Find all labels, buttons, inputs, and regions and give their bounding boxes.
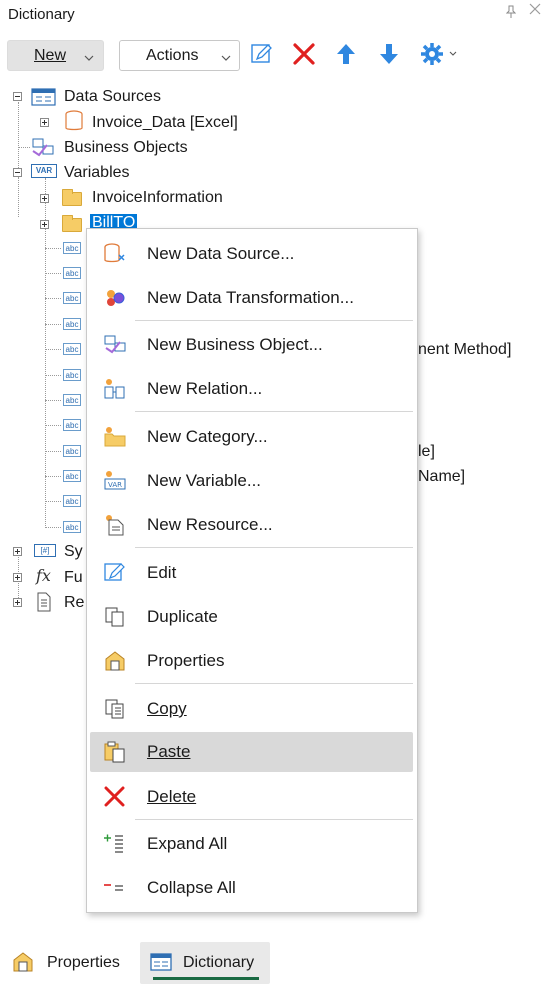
variable-icon: abc [63,369,81,381]
expand-toggle[interactable] [40,220,49,229]
business-object-icon [103,334,127,356]
actions-button-label: Actions [146,47,199,64]
context-menu: New Data Source... New Data Transformati… [86,228,418,913]
edit-icon [103,562,127,584]
expand-all-icon [103,833,127,855]
expand-toggle[interactable] [13,547,22,556]
delete-icon[interactable] [292,42,316,71]
system-variables-icon: [#] [34,544,56,557]
variable-icon: abc [63,495,81,507]
variable-icon: abc [63,267,81,279]
tab-dictionary[interactable]: Dictionary [140,942,270,984]
pin-icon[interactable] [505,5,517,22]
expand-toggle[interactable] [13,598,22,607]
variable-icon: abc [63,470,81,482]
new-dropdown-button[interactable]: New [7,40,104,71]
variable-icon: abc [63,318,81,330]
menu-item-expand-all[interactable]: Expand All [90,824,413,864]
menu-item-paste[interactable]: Paste [90,732,413,772]
properties-icon [12,951,36,978]
tree-item-functions[interactable]: Fu [64,569,83,587]
delete-icon [103,786,127,808]
business-object-icon [31,137,57,162]
data-sources-icon [31,87,57,112]
tab-properties-label: Properties [47,954,120,971]
variable-icon: abc [63,521,81,533]
menu-item-new-data-transformation[interactable]: New Data Transformation... [90,278,413,318]
expand-toggle[interactable] [13,573,22,582]
menu-item-duplicate[interactable]: Duplicate [90,597,413,637]
actions-dropdown-button[interactable]: Actions [119,40,240,71]
tree-item-invoice-data[interactable]: Invoice_Data [Excel] [92,114,238,132]
variable-icon: abc [63,394,81,406]
tree-item-variables[interactable]: Variables [64,164,130,182]
folder-icon [62,189,82,206]
tree-item-partial[interactable]: Name] [418,468,465,486]
resources-icon [34,592,52,617]
copy-label: Copy [147,699,187,718]
new-resource-icon [103,514,127,536]
database-icon [64,110,84,137]
menu-item-new-data-source[interactable]: New Data Source... [90,234,413,274]
dictionary-icon [150,951,174,978]
variable-icon: abc [63,343,81,355]
settings-icon[interactable] [420,42,460,71]
tree-item-billto[interactable]: BillTO [90,214,138,228]
tree-item-partial[interactable]: le] [418,443,435,461]
delete-label: Delete [147,787,197,806]
chevron-down-icon [84,49,94,67]
paste-label: Paste [147,742,191,761]
tab-properties[interactable]: Properties [8,942,128,984]
variable-icon: abc [63,292,81,304]
functions-icon: fx [36,566,51,585]
menu-item-copy[interactable]: Copy [90,689,413,729]
collapse-toggle[interactable] [13,168,22,177]
menu-item-new-business-object[interactable]: New Business Object... [90,325,413,365]
data-transformation-icon [103,287,127,309]
folder-icon [62,215,82,232]
menu-item-new-variable[interactable]: VAR New Variable... [90,461,413,501]
menu-item-properties[interactable]: Properties [90,641,413,681]
tree-item-business-objects[interactable]: Business Objects [64,139,188,157]
close-icon[interactable] [528,2,542,20]
tree-item-resources[interactable]: Re [64,594,84,612]
collapse-toggle[interactable] [13,92,22,101]
new-variable-icon: VAR [103,470,127,492]
paste-icon [103,741,127,763]
tree-item-data-sources[interactable]: Data Sources [64,88,161,106]
tree-item-invoice-information[interactable]: InvoiceInformation [92,189,223,207]
menu-item-delete[interactable]: Delete [90,777,413,817]
menu-item-edit[interactable]: Edit [90,553,413,593]
active-tab-underline [153,977,259,980]
svg-text:VAR: VAR [108,481,122,489]
duplicate-icon [103,606,127,628]
collapse-all-icon [103,877,127,899]
menu-item-new-category[interactable]: New Category... [90,417,413,457]
tree-item-partial[interactable]: nent Method] [418,341,511,359]
move-down-icon[interactable] [378,42,400,71]
variable-icon: abc [63,419,81,431]
new-data-source-icon [103,243,127,265]
variable-icon: abc [63,445,81,457]
relation-icon [103,378,127,400]
expand-toggle[interactable] [40,194,49,203]
menu-item-new-relation[interactable]: New Relation... [90,369,413,409]
new-button-label: New [34,47,67,64]
move-up-icon[interactable] [335,42,357,71]
new-folder-icon [103,426,127,448]
menu-item-collapse-all[interactable]: Collapse All [90,868,413,908]
tree-item-system-variables[interactable]: Sy [64,543,83,561]
edit-icon[interactable] [250,42,274,71]
tab-dictionary-label: Dictionary [183,954,255,971]
variables-icon: VAR [31,164,57,178]
chevron-down-icon [221,49,231,67]
expand-toggle[interactable] [40,118,49,127]
menu-item-new-resource[interactable]: New Resource... [90,505,413,545]
panel-title: Dictionary [8,6,75,23]
copy-icon [103,698,127,720]
properties-icon [103,650,127,672]
variable-icon: abc [63,242,81,254]
